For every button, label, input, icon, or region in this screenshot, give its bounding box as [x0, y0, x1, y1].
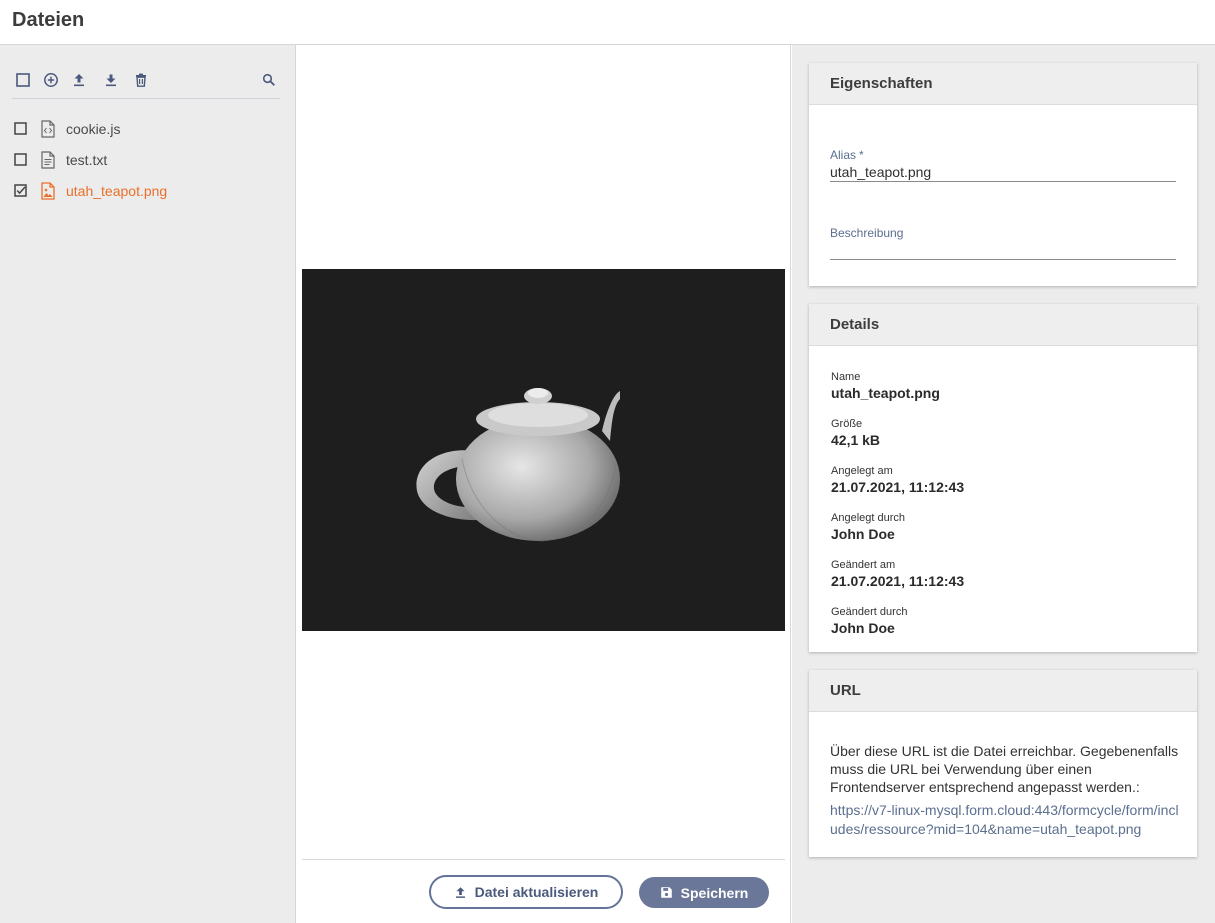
url-description: Über diese URL ist die Datei erreichbar.…	[830, 743, 1179, 795]
top-bar: Dateien	[0, 0, 1215, 45]
detail-value: John Doe	[831, 620, 895, 636]
detail-value: utah_teapot.png	[831, 385, 940, 401]
alias-label-row: Alias *	[830, 148, 1176, 162]
detail-modified-by: Geändert durch John Doe	[831, 606, 907, 636]
required-marker: *	[859, 148, 864, 162]
description-field[interactable]: Beschreibung	[830, 226, 1176, 260]
text-file-icon	[41, 150, 55, 169]
trash-icon	[136, 73, 146, 87]
js-file-icon	[41, 119, 55, 138]
update-file-button[interactable]: Datei aktualisieren	[429, 875, 623, 909]
upload-icon	[455, 886, 465, 898]
page-title: Dateien	[12, 9, 85, 31]
file-toolbar	[12, 67, 280, 99]
alias-input[interactable]: utah_teapot.png	[830, 162, 1176, 182]
detail-created-at: Angelegt am 21.07.2021, 11:12:43	[831, 465, 964, 495]
save-button[interactable]: Speichern	[639, 877, 769, 908]
save-label: Speichern	[680, 884, 749, 901]
properties-column: Eigenschaften Alias * utah_teapot.png Bes…	[792, 45, 1215, 923]
teapot-image	[302, 269, 785, 631]
search-icon	[262, 73, 275, 86]
file-sidebar: cookie.js test.txt utah_teapot.png	[0, 45, 296, 923]
url-card: URL Über diese URL ist die Datei erreich…	[809, 670, 1197, 857]
detail-modified-at: Geändert am 21.07.2021, 11:12:43	[831, 559, 964, 589]
details-card: Details Name utah_teapot.png Größe 42,1 …	[809, 304, 1197, 652]
delete-button[interactable]	[132, 71, 150, 89]
file-name: cookie.js	[66, 120, 121, 137]
select-all-checkbox[interactable]	[14, 71, 32, 89]
image-file-icon	[41, 181, 55, 200]
detail-value: John Doe	[831, 526, 895, 542]
file-item-test-txt[interactable]: test.txt	[12, 144, 282, 175]
search-button[interactable]	[260, 71, 278, 89]
details-title: Details	[809, 304, 1197, 346]
alias-field[interactable]: Alias * utah_teapot.png	[830, 148, 1176, 182]
preview-divider	[302, 859, 785, 860]
file-url-link[interactable]: https://v7-linux-mysql.form.cloud:443/fo…	[830, 801, 1182, 839]
download-icon	[106, 74, 116, 87]
add-circle-icon	[44, 73, 58, 87]
file-preview-panel: Datei aktualisieren Speichern	[296, 45, 791, 923]
detail-label: Geändert am	[831, 559, 896, 571]
detail-value: 21.07.2021, 11:12:43	[831, 573, 965, 589]
update-file-label: Datei aktualisieren	[474, 884, 599, 900]
checkbox-icon	[16, 73, 30, 87]
add-file-button[interactable]	[42, 71, 60, 89]
checkbox-icon[interactable]	[14, 121, 28, 136]
upload-button[interactable]	[70, 71, 88, 89]
detail-label: Angelegt am	[831, 465, 893, 477]
detail-value: 42,1 kB	[831, 432, 881, 448]
checkbox-icon[interactable]	[14, 152, 28, 167]
download-button[interactable]	[102, 71, 120, 89]
detail-label: Geändert durch	[831, 606, 908, 618]
detail-name: Name utah_teapot.png	[831, 371, 940, 401]
detail-label: Name	[831, 371, 861, 383]
description-label: Beschreibung	[830, 226, 904, 240]
detail-label: Angelegt durch	[831, 512, 905, 524]
detail-label: Größe	[831, 418, 863, 430]
description-input[interactable]	[830, 240, 1176, 260]
url-title: URL	[809, 670, 1197, 712]
file-name: test.txt	[66, 151, 108, 168]
alias-label: Alias	[830, 148, 857, 162]
file-item-cookie-js[interactable]: cookie.js	[12, 113, 282, 144]
upload-icon	[74, 74, 84, 87]
checked-checkbox-icon[interactable]	[14, 183, 28, 198]
detail-value: 21.07.2021, 11:12:43	[831, 479, 965, 495]
image-preview	[302, 269, 785, 631]
file-name: utah_teapot.png	[66, 182, 168, 199]
detail-created-by: Angelegt durch John Doe	[831, 512, 905, 542]
detail-size: Größe 42,1 kB	[831, 418, 880, 448]
save-icon	[660, 887, 672, 898]
file-item-utah-teapot-png[interactable]: utah_teapot.png	[12, 175, 282, 206]
file-list: cookie.js test.txt utah_teapot.png	[12, 113, 282, 206]
properties-title: Eigenschaften	[809, 63, 1197, 105]
properties-card: Eigenschaften Alias * utah_teapot.png Bes…	[809, 63, 1197, 286]
